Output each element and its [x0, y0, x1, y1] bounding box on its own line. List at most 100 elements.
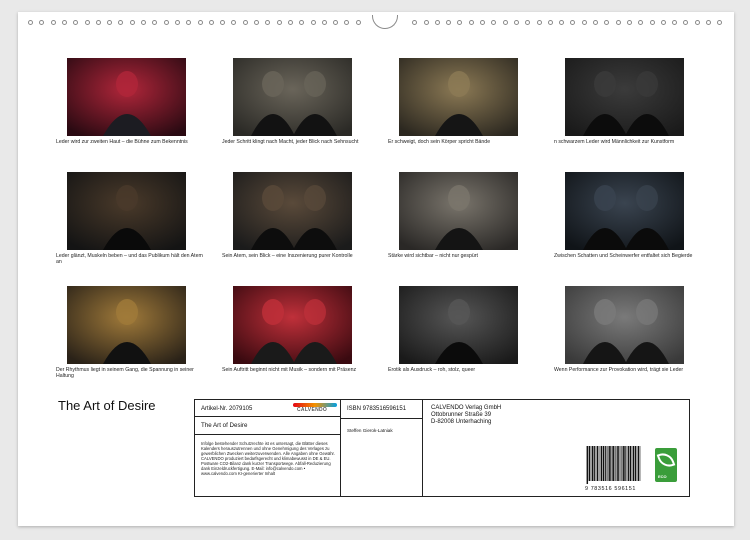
- binding-ring: [525, 20, 531, 25]
- spiral-binding: [28, 15, 724, 31]
- divider: [195, 416, 341, 417]
- binding-ring: [547, 20, 553, 25]
- photo-blond-gloves: [67, 172, 186, 250]
- binding-ring: [163, 20, 169, 25]
- thumbnail-caption: Stärke wird sichtbar – nicht nur gespürt: [388, 253, 478, 259]
- binding-ring: [717, 20, 723, 25]
- thumbnail-caption: Jeder Schritt klingt nach Macht, jeder B…: [222, 139, 359, 145]
- photo-embrace: [399, 286, 518, 364]
- divider: [341, 418, 423, 419]
- publisher-address: CALVENDO Verlag GmbH Ottobrunner Straße …: [431, 405, 501, 426]
- binding-ring: [344, 20, 350, 25]
- photo-red-hair-men: [565, 172, 684, 250]
- thumbnail-caption: Sein Auftritt beginnt nicht mit Musik – …: [222, 367, 357, 373]
- binding-ring: [287, 20, 293, 25]
- binding-ring: [706, 20, 711, 25]
- thumbnail-caption: Leder glänzt, Muskeln beben – und das Pu…: [56, 253, 203, 265]
- photo-gloved-hand: [565, 286, 684, 364]
- binding-ring: [174, 20, 180, 25]
- barcode-bar: [596, 446, 599, 481]
- barcode-bar: [594, 446, 596, 481]
- leaf-icon: [656, 450, 676, 470]
- author-name: Steffen Gierok-Latniak: [347, 428, 393, 433]
- binding-ring: [581, 20, 587, 25]
- binding-ring: [683, 20, 689, 25]
- binding-ring: [299, 20, 305, 25]
- thumbnail-caption: Erotik als Ausdruck – roh, stolz, queer: [388, 367, 476, 373]
- binding-ring: [491, 20, 497, 25]
- thumbnail-caption: Zwischen Schatten und Scheinwerfer entfa…: [554, 253, 693, 259]
- binding-ring: [570, 20, 576, 25]
- barcode-bar: [591, 446, 594, 481]
- binding-ring: [355, 20, 361, 25]
- binding-ring: [457, 20, 463, 25]
- binding-ring: [502, 20, 508, 25]
- info-left-column: Artikel-Nr. 2079105 CALVENDO The Art of …: [195, 400, 341, 496]
- publisher-line3: D-82008 Unterhaching: [431, 419, 492, 425]
- binding-ring: [536, 20, 542, 25]
- barcode-bar: [604, 446, 606, 481]
- barcode-bar: [621, 446, 623, 481]
- photo-leather-red-light: [67, 58, 186, 136]
- binding-ring: [152, 20, 158, 25]
- barcode-bar: [588, 446, 591, 481]
- photo-foreheads-touching: [399, 58, 518, 136]
- thumbnail-caption: n schwarzem Leder wird Männlichkeit zur …: [554, 139, 675, 145]
- binding-ring: [208, 20, 214, 25]
- publisher-line1: CALVENDO Verlag GmbH: [431, 405, 502, 411]
- article-number: Artikel-Nr. 2079105: [201, 406, 253, 412]
- binding-ring: [412, 20, 418, 25]
- barcode-bar: [637, 446, 640, 481]
- binding-ring: [118, 20, 124, 25]
- barcode-bar: [629, 446, 632, 481]
- binding-ring: [39, 20, 45, 25]
- photo-raised-arms: [399, 172, 518, 250]
- eco-label: ECO: [658, 474, 667, 479]
- barcode-bar: [632, 446, 635, 481]
- binding-ring: [593, 20, 598, 25]
- photo-two-men-sunglasses: [233, 58, 352, 136]
- binding-ring: [310, 20, 316, 25]
- calvendo-logo: CALVENDO: [293, 403, 337, 413]
- binding-ring: [231, 20, 237, 25]
- calendar-title: The Art of Desire: [58, 398, 156, 413]
- binding-ring: [513, 20, 519, 25]
- barcode-bar: [602, 446, 605, 481]
- binding-ring: [265, 20, 271, 25]
- photo-leather-torso: [565, 58, 684, 136]
- binding-ring: [468, 20, 474, 25]
- barcode-bar: [609, 446, 611, 481]
- hanger-hook: [372, 15, 398, 29]
- binding-ring: [73, 20, 79, 25]
- binding-ring: [141, 20, 146, 25]
- photo-two-men-back: [67, 286, 186, 364]
- thumbnail-caption: Leder wird zur zweiten Haut – die Bühne …: [56, 139, 188, 145]
- info-box: Artikel-Nr. 2079105 CALVENDO The Art of …: [194, 399, 690, 497]
- thumbnail-caption: Der Rhythmus liegt in seinem Gang, die S…: [56, 367, 194, 379]
- legal-fine-print: Infolge bestehender Schutzrechte ist es …: [201, 441, 335, 476]
- binding-ring: [321, 20, 327, 25]
- binding-ring: [333, 20, 339, 25]
- binding-ring: [434, 20, 440, 25]
- binding-ring: [186, 20, 192, 25]
- binding-ring: [84, 20, 90, 25]
- binding-ring: [649, 20, 655, 25]
- binding-ring: [672, 20, 678, 25]
- binding-ring: [61, 20, 67, 25]
- binding-ring: [604, 20, 610, 25]
- publisher-line2: Ottobrunner Straße 39: [431, 412, 492, 418]
- binding-ring: [638, 20, 644, 25]
- thumbnail-caption: Er schweigt, doch sein Körper spricht Bä…: [388, 139, 491, 145]
- binding-ring: [107, 20, 113, 25]
- barcode-bar: [617, 446, 619, 481]
- barcode-number: 9 783516 596151: [585, 486, 636, 492]
- binding-ring: [480, 20, 485, 25]
- logo-text: CALVENDO: [297, 407, 328, 413]
- binding-ring: [559, 20, 565, 25]
- binding-ring: [276, 20, 282, 25]
- barcode-bar: [587, 446, 589, 484]
- info-middle-column: [341, 400, 423, 496]
- barcode-bar: [614, 446, 616, 481]
- binding-ring: [615, 20, 621, 25]
- binding-ring: [446, 20, 452, 25]
